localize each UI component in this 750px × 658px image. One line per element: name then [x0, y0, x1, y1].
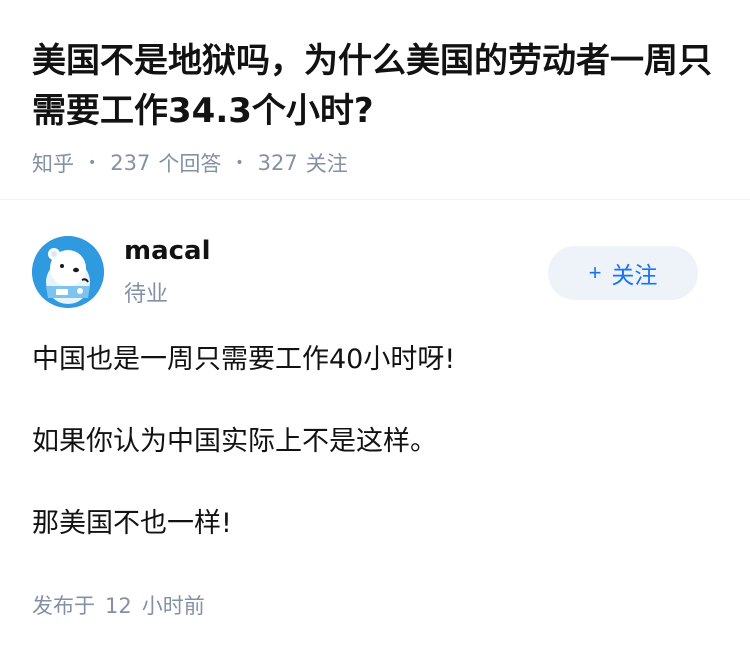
- answer-paragraph: 中国也是一周只需要工作40小时呀!: [32, 344, 456, 375]
- question-header: 美国不是地狱吗，为什么美国的劳动者一周只需要工作34.3个小时? 知乎 • 23…: [32, 36, 722, 178]
- published-label: 发布于: [32, 594, 95, 618]
- follow-count: 327: [257, 151, 298, 175]
- answer-paragraph: 那美国不也一样!: [32, 508, 232, 539]
- answer-paragraph: 如果你认为中国实际上不是这样。: [32, 426, 437, 457]
- answer-count: 237: [110, 151, 151, 175]
- follow-button-label: 关注: [611, 262, 658, 288]
- source-label[interactable]: 知乎: [32, 148, 74, 178]
- published-time-unit: 小时前: [141, 594, 205, 618]
- answer-count-label[interactable]: 个回答: [158, 148, 221, 178]
- author-name[interactable]: macal: [124, 236, 211, 266]
- author-bio: 待业: [124, 282, 169, 307]
- author-card: macal 待业 + 关注: [32, 236, 718, 308]
- section-divider: [0, 199, 750, 200]
- separator-dot: •: [88, 155, 97, 171]
- published-time-value: 12: [105, 594, 132, 618]
- separator-dot: •: [235, 155, 244, 171]
- avatar[interactable]: [32, 236, 104, 308]
- published-time: 发布于 12 小时前: [32, 590, 215, 620]
- follow-button[interactable]: + 关注: [548, 246, 698, 300]
- polar-bear-avatar-icon: [32, 236, 104, 308]
- plus-icon: +: [588, 260, 602, 285]
- follow-count-label: 关注: [305, 152, 348, 176]
- question-meta: 知乎 • 237 个回答 • 327 关注: [32, 148, 722, 178]
- question-title[interactable]: 美国不是地狱吗，为什么美国的劳动者一周只需要工作34.3个小时?: [32, 36, 722, 136]
- answer-body: 中国也是一周只需要工作40小时呀! 如果你认为中国实际上不是这样。 那美国不也一…: [32, 340, 722, 586]
